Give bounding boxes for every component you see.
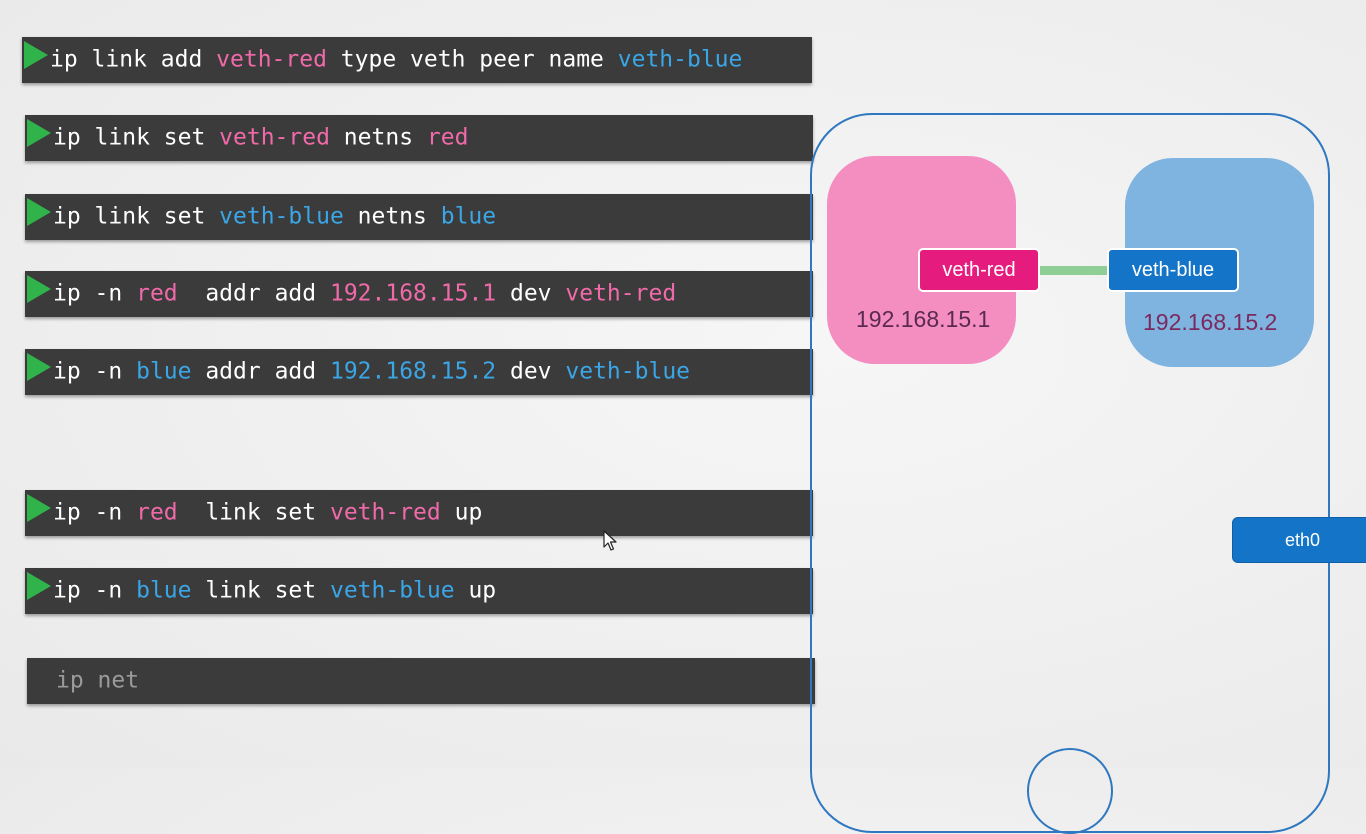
command-token: ip net — [56, 667, 140, 694]
command-token: blue — [136, 358, 192, 385]
command-token: veth-blue — [219, 203, 344, 230]
command-token: ip -n — [53, 577, 137, 604]
command-text: ip net — [56, 667, 140, 694]
command-text: ip -n blue addr add 192.168.15.2 dev vet… — [53, 358, 691, 385]
command-token: addr add — [191, 358, 330, 385]
command-token: addr add — [177, 280, 330, 307]
command-token: netns — [329, 124, 427, 151]
command-token: 192.168.15.1 — [329, 280, 497, 307]
command-bar: ip -n blue link set veth-blue up — [25, 568, 813, 614]
command-token: veth-red — [565, 280, 677, 307]
host-bottom-node — [1027, 748, 1113, 834]
command-token: ip -n — [53, 358, 137, 385]
command-token: red — [426, 124, 469, 151]
command-input-bar[interactable]: ip net — [27, 658, 815, 704]
command-bar: ip -n blue addr add 192.168.15.2 dev vet… — [25, 349, 813, 395]
command-token: veth-blue — [565, 358, 691, 385]
command-token: red — [136, 499, 178, 526]
mouse-cursor-icon — [603, 530, 617, 551]
command-text: ip -n red link set veth-red up — [53, 499, 483, 526]
command-token: up — [454, 577, 497, 604]
command-token: veth-red — [219, 124, 330, 151]
command-text: ip link set veth-blue netns blue — [53, 203, 497, 230]
command-token: ip -n — [53, 280, 137, 307]
command-token: veth-red — [329, 499, 441, 526]
play-arrow-icon — [27, 353, 51, 381]
command-text: ip link add veth-red type veth peer name… — [50, 46, 743, 73]
play-arrow-icon — [27, 119, 51, 147]
command-token: veth-red — [216, 46, 327, 73]
eth0-interface: eth0 — [1232, 517, 1366, 563]
command-token: ip link add — [50, 46, 217, 73]
command-token: ip -n — [53, 499, 137, 526]
command-token: red — [136, 280, 178, 307]
command-token: veth-blue — [329, 577, 455, 604]
command-text: ip -n red addr add 192.168.15.1 dev veth… — [53, 280, 677, 307]
command-bar: ip link set veth-blue netns blue — [25, 194, 813, 240]
red-namespace-ip: 192.168.15.1 — [856, 306, 991, 332]
veth-red-interface: veth-red — [918, 248, 1040, 292]
command-token: 192.168.15.2 — [329, 358, 497, 385]
command-token: blue — [136, 577, 192, 604]
command-token: netns — [343, 203, 441, 230]
play-arrow-icon — [27, 275, 51, 303]
command-token: type veth peer name — [326, 46, 618, 73]
veth-blue-interface: veth-blue — [1107, 248, 1239, 292]
command-token: ip link set — [53, 203, 220, 230]
command-token: dev — [496, 280, 566, 307]
command-text: ip link set veth-red netns red — [53, 124, 469, 151]
command-token: ip link set — [53, 124, 220, 151]
play-arrow-icon — [27, 198, 51, 226]
command-text: ip -n blue link set veth-blue up — [53, 577, 497, 604]
play-arrow-icon — [24, 41, 48, 69]
command-bar: ip link set veth-red netns red — [25, 115, 813, 161]
command-bar: ip -n red link set veth-red up — [25, 490, 813, 536]
command-token: link set — [191, 577, 330, 604]
blue-namespace-ip: 192.168.15.2 — [1143, 309, 1278, 335]
command-bar: ip -n red addr add 192.168.15.1 dev veth… — [25, 271, 813, 317]
command-token: blue — [440, 203, 497, 230]
command-token: dev — [496, 358, 566, 385]
play-arrow-icon — [27, 494, 51, 522]
veth-pipe-link — [1038, 266, 1110, 275]
command-token: link set — [177, 499, 330, 526]
play-arrow-icon — [27, 572, 51, 600]
command-bar: ip link add veth-red type veth peer name… — [22, 37, 812, 83]
command-token: up — [440, 499, 483, 526]
command-token: veth-blue — [617, 46, 743, 73]
